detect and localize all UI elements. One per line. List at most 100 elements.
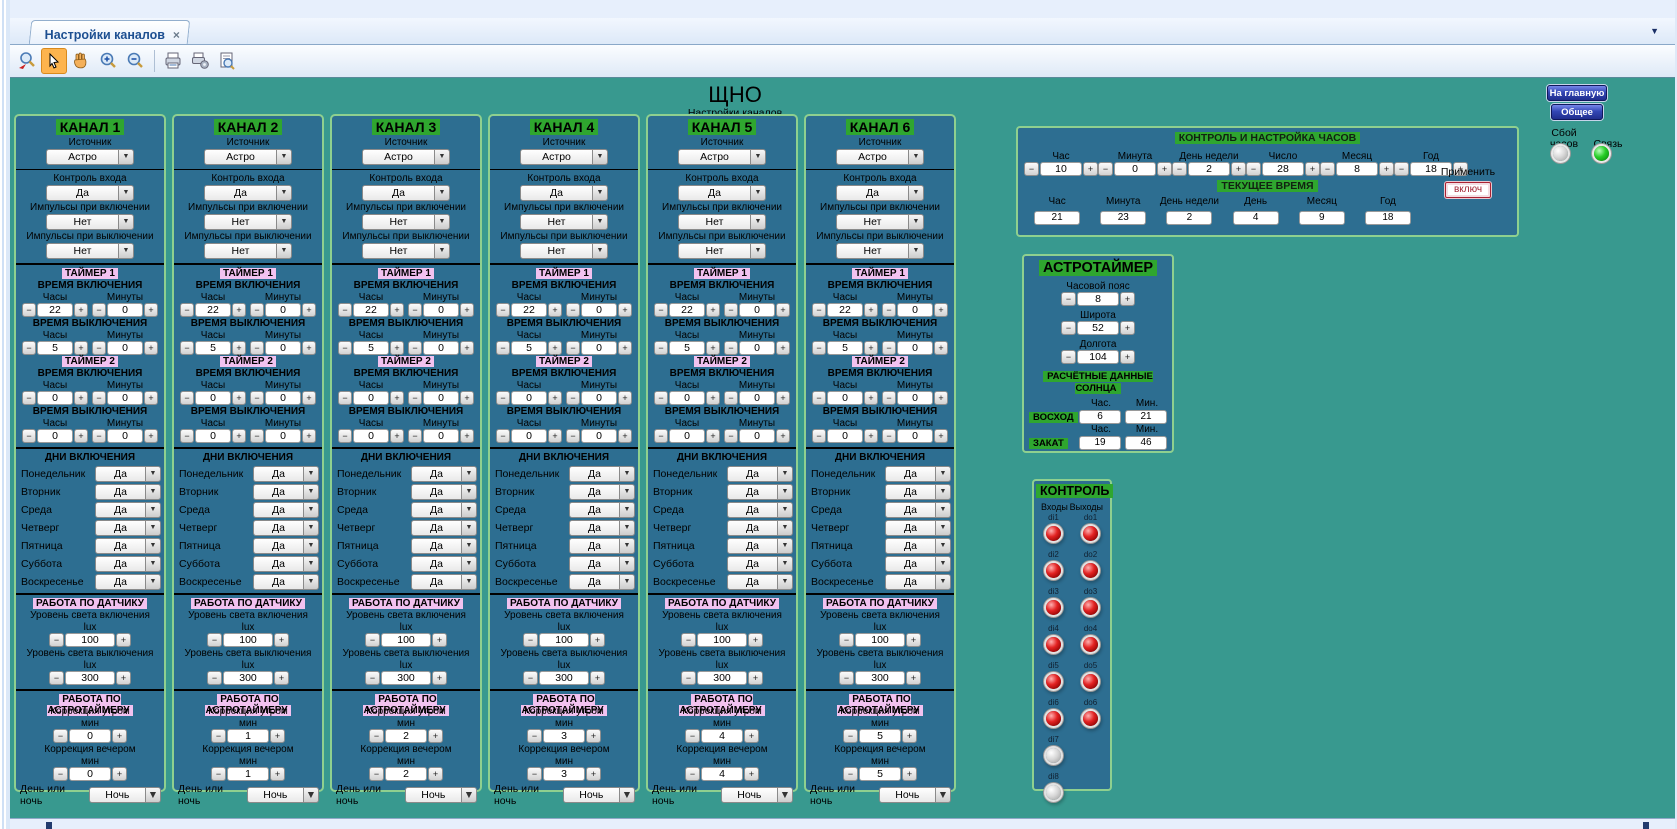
minus-button[interactable]: − [882,303,896,317]
minus-button[interactable]: − [566,391,580,405]
plus-button[interactable]: + [232,341,246,355]
plus-button[interactable]: + [586,767,601,781]
day-select[interactable]: Да ▼ [569,574,635,590]
day-select[interactable]: Да ▼ [569,556,635,572]
plus-button[interactable]: + [144,429,158,443]
minus-button[interactable]: − [180,341,194,355]
plus-button[interactable]: + [232,429,246,443]
minus-button[interactable]: − [338,429,352,443]
minus-button[interactable]: − [250,303,264,317]
tab-close-icon[interactable]: × [173,28,180,42]
pulses-on-select[interactable]: Нет ▼ [836,214,924,230]
minus-button[interactable]: − [654,429,668,443]
minus-button[interactable]: − [250,341,264,355]
minus-button[interactable]: − [681,671,696,685]
minus-button[interactable]: − [1394,162,1409,176]
minus-button[interactable]: − [365,633,380,647]
plus-button[interactable]: + [744,729,759,743]
minus-button[interactable]: − [250,429,264,443]
minus-button[interactable]: − [53,729,68,743]
stepper-value[interactable]: 1 [227,729,269,743]
plus-button[interactable]: + [270,767,285,781]
stepper-value[interactable]: 0 [107,429,143,443]
stepper-value[interactable]: 300 [697,671,747,685]
minus-button[interactable]: − [685,729,700,743]
minus-button[interactable]: − [53,767,68,781]
plus-button[interactable]: + [618,391,632,405]
pulses-off-select[interactable]: Нет ▼ [520,243,608,259]
plus-button[interactable]: + [618,303,632,317]
plus-button[interactable]: + [776,391,790,405]
day-select[interactable]: Да ▼ [885,466,951,482]
plus-button[interactable]: + [74,341,88,355]
plus-button[interactable]: + [1120,350,1135,364]
plus-button[interactable]: + [706,391,720,405]
minus-button[interactable]: − [1172,162,1187,176]
plus-button[interactable]: + [116,671,131,685]
zoom-out-icon[interactable] [122,48,148,74]
day-select[interactable]: Да ▼ [95,538,161,554]
minus-button[interactable]: − [180,429,194,443]
minus-button[interactable]: − [527,767,542,781]
day-night-select[interactable]: Ночь ▼ [89,787,161,803]
stepper-value[interactable]: 0 [265,429,301,443]
stepper-value[interactable]: 100 [855,633,905,647]
minus-button[interactable]: − [724,429,738,443]
minus-button[interactable]: − [338,303,352,317]
stepper-value[interactable]: 1 [227,767,269,781]
plus-button[interactable]: + [144,391,158,405]
stepper-value[interactable]: 2 [385,729,427,743]
minus-button[interactable]: − [839,671,854,685]
day-select[interactable]: Да ▼ [569,484,635,500]
source-select[interactable]: Астро ▼ [836,149,924,165]
stepper-value[interactable]: 5 [827,341,863,355]
minus-button[interactable]: − [812,341,826,355]
minus-button[interactable]: − [92,391,106,405]
plus-button[interactable]: + [864,341,878,355]
plus-button[interactable]: + [1305,162,1320,176]
stepper-value[interactable]: 0 [581,341,617,355]
minus-button[interactable]: − [724,303,738,317]
stepper-value[interactable]: 100 [65,633,115,647]
plus-button[interactable]: + [864,429,878,443]
day-select[interactable]: Да ▼ [885,556,951,572]
plus-button[interactable]: + [590,633,605,647]
plus-button[interactable]: + [116,633,131,647]
plus-button[interactable]: + [934,303,948,317]
stepper-value[interactable]: 0 [897,341,933,355]
source-select[interactable]: Астро ▼ [204,149,292,165]
minus-button[interactable]: − [180,391,194,405]
day-select[interactable]: Да ▼ [95,574,161,590]
stepper-value[interactable]: 0 [423,391,459,405]
plus-button[interactable]: + [144,341,158,355]
day-select[interactable]: Да ▼ [411,574,477,590]
minus-button[interactable]: − [92,429,106,443]
day-select[interactable]: Да ▼ [411,556,477,572]
stepper-value[interactable]: 300 [65,671,115,685]
stepper-value[interactable]: 0 [353,429,389,443]
day-select[interactable]: Да ▼ [253,538,319,554]
plus-button[interactable]: + [428,767,443,781]
plus-button[interactable]: + [706,341,720,355]
plus-button[interactable]: + [1379,162,1394,176]
minus-button[interactable]: − [523,633,538,647]
plus-button[interactable]: + [618,429,632,443]
plus-button[interactable]: + [1120,321,1135,335]
plus-button[interactable]: + [432,671,447,685]
minus-button[interactable]: − [250,391,264,405]
plus-button[interactable]: + [548,303,562,317]
plus-button[interactable]: + [460,429,474,443]
plus-button[interactable]: + [302,341,316,355]
stepper-value[interactable]: 3 [543,729,585,743]
plus-button[interactable]: + [390,341,404,355]
stepper-value[interactable]: 22 [511,303,547,317]
stepper-value[interactable]: 0 [107,303,143,317]
minus-button[interactable]: − [338,391,352,405]
stepper-value[interactable]: 0 [69,729,111,743]
day-select[interactable]: Да ▼ [569,520,635,536]
stepper-value[interactable]: 100 [381,633,431,647]
minus-button[interactable]: − [812,429,826,443]
minus-button[interactable]: − [654,341,668,355]
minus-button[interactable]: − [654,303,668,317]
minus-button[interactable]: − [408,391,422,405]
